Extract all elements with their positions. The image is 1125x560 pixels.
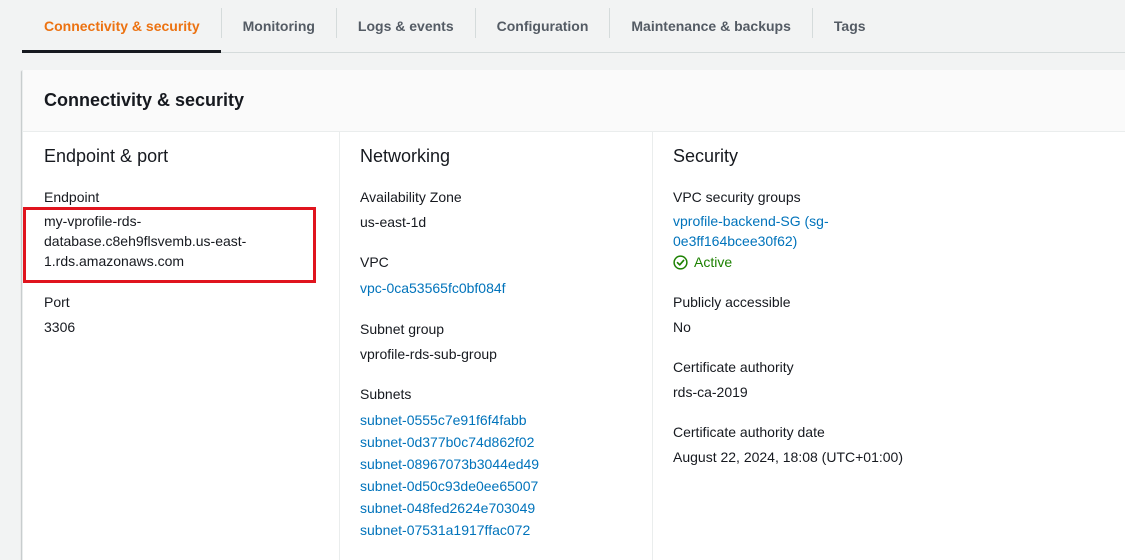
- endpoint-label: Endpoint: [44, 189, 100, 205]
- security-group-line: vprofile-backend-SG (sg-: [673, 213, 829, 229]
- security-column: Security VPC security groups vprofile-ba…: [652, 132, 1122, 560]
- certificate-authority-date-label: Certificate authority date: [673, 424, 825, 440]
- subnet-group-value: vprofile-rds-sub-group: [360, 346, 497, 362]
- endpoint-line: 1.rds.amazonaws.com: [44, 253, 185, 269]
- connectivity-security-panel: Connectivity & security Endpoint & port …: [22, 70, 1125, 560]
- panel-header: Connectivity & security: [23, 70, 1125, 132]
- tab-connectivity-security[interactable]: Connectivity & security: [22, 0, 221, 53]
- subnet-link[interactable]: subnet-08967073b3044ed49: [360, 454, 539, 474]
- endpoint-line: my-vprofile-rds-: [44, 213, 142, 229]
- security-group-line: 0e3ff164bcee30f62): [673, 233, 798, 249]
- publicly-accessible-value: No: [673, 319, 691, 335]
- publicly-accessible-label: Publicly accessible: [673, 294, 791, 310]
- vpc-label: VPC: [360, 254, 389, 270]
- port-label: Port: [44, 294, 70, 310]
- availability-zone-label: Availability Zone: [360, 189, 462, 205]
- endpoint-port-heading: Endpoint & port: [44, 146, 169, 166]
- tab-maintenance-backups[interactable]: Maintenance & backups: [610, 0, 812, 52]
- endpoint-value[interactable]: my-vprofile-rds- database.c8eh9flsvemb.u…: [44, 211, 246, 271]
- subnet-link[interactable]: subnet-0d377b0c74d862f02: [360, 432, 534, 452]
- vpc-security-groups-label: VPC security groups: [673, 189, 801, 205]
- panel-title: Connectivity & security: [44, 90, 245, 110]
- networking-heading: Networking: [360, 146, 451, 166]
- vpc-link[interactable]: vpc-0ca53565fc0bf084f: [360, 278, 506, 298]
- security-heading: Security: [673, 146, 739, 166]
- status-text: Active: [694, 254, 733, 270]
- tab-logs-events[interactable]: Logs & events: [337, 0, 475, 52]
- tab-configuration[interactable]: Configuration: [476, 0, 610, 52]
- security-group-link[interactable]: vprofile-backend-SG (sg- 0e3ff164bcee30f…: [673, 211, 829, 251]
- subnet-group-label: Subnet group: [360, 321, 445, 337]
- tab-tags[interactable]: Tags: [813, 0, 887, 52]
- tab-bar: Connectivity & security Monitoring Logs …: [22, 0, 1125, 53]
- networking-column: Networking Availability Zone us-east-1d …: [339, 132, 649, 560]
- certificate-authority-value: rds-ca-2019: [673, 384, 748, 400]
- port-value: 3306: [44, 319, 76, 335]
- subnet-link[interactable]: subnet-048fed2624e703049: [360, 498, 535, 518]
- endpoint-port-column: Endpoint & port Endpoint my-vprofile-rds…: [23, 132, 334, 560]
- subnets-label: Subnets: [360, 386, 412, 402]
- certificate-authority-label: Certificate authority: [673, 359, 794, 375]
- subnet-link[interactable]: subnet-07531a1917ffac072: [360, 520, 530, 540]
- certificate-authority-date-value: August 22, 2024, 18:08 (UTC+01:00): [673, 449, 903, 465]
- subnet-link[interactable]: subnet-0d50c93de0ee65007: [360, 476, 538, 496]
- endpoint-line: database.c8eh9flsvemb.us-east-: [44, 233, 247, 249]
- check-circle-icon: [673, 254, 688, 270]
- subnet-link[interactable]: subnet-0555c7e91f6f4fabb: [360, 410, 527, 430]
- availability-zone-value: us-east-1d: [360, 214, 427, 230]
- tab-monitoring[interactable]: Monitoring: [222, 0, 336, 52]
- security-group-status: Active: [673, 252, 732, 272]
